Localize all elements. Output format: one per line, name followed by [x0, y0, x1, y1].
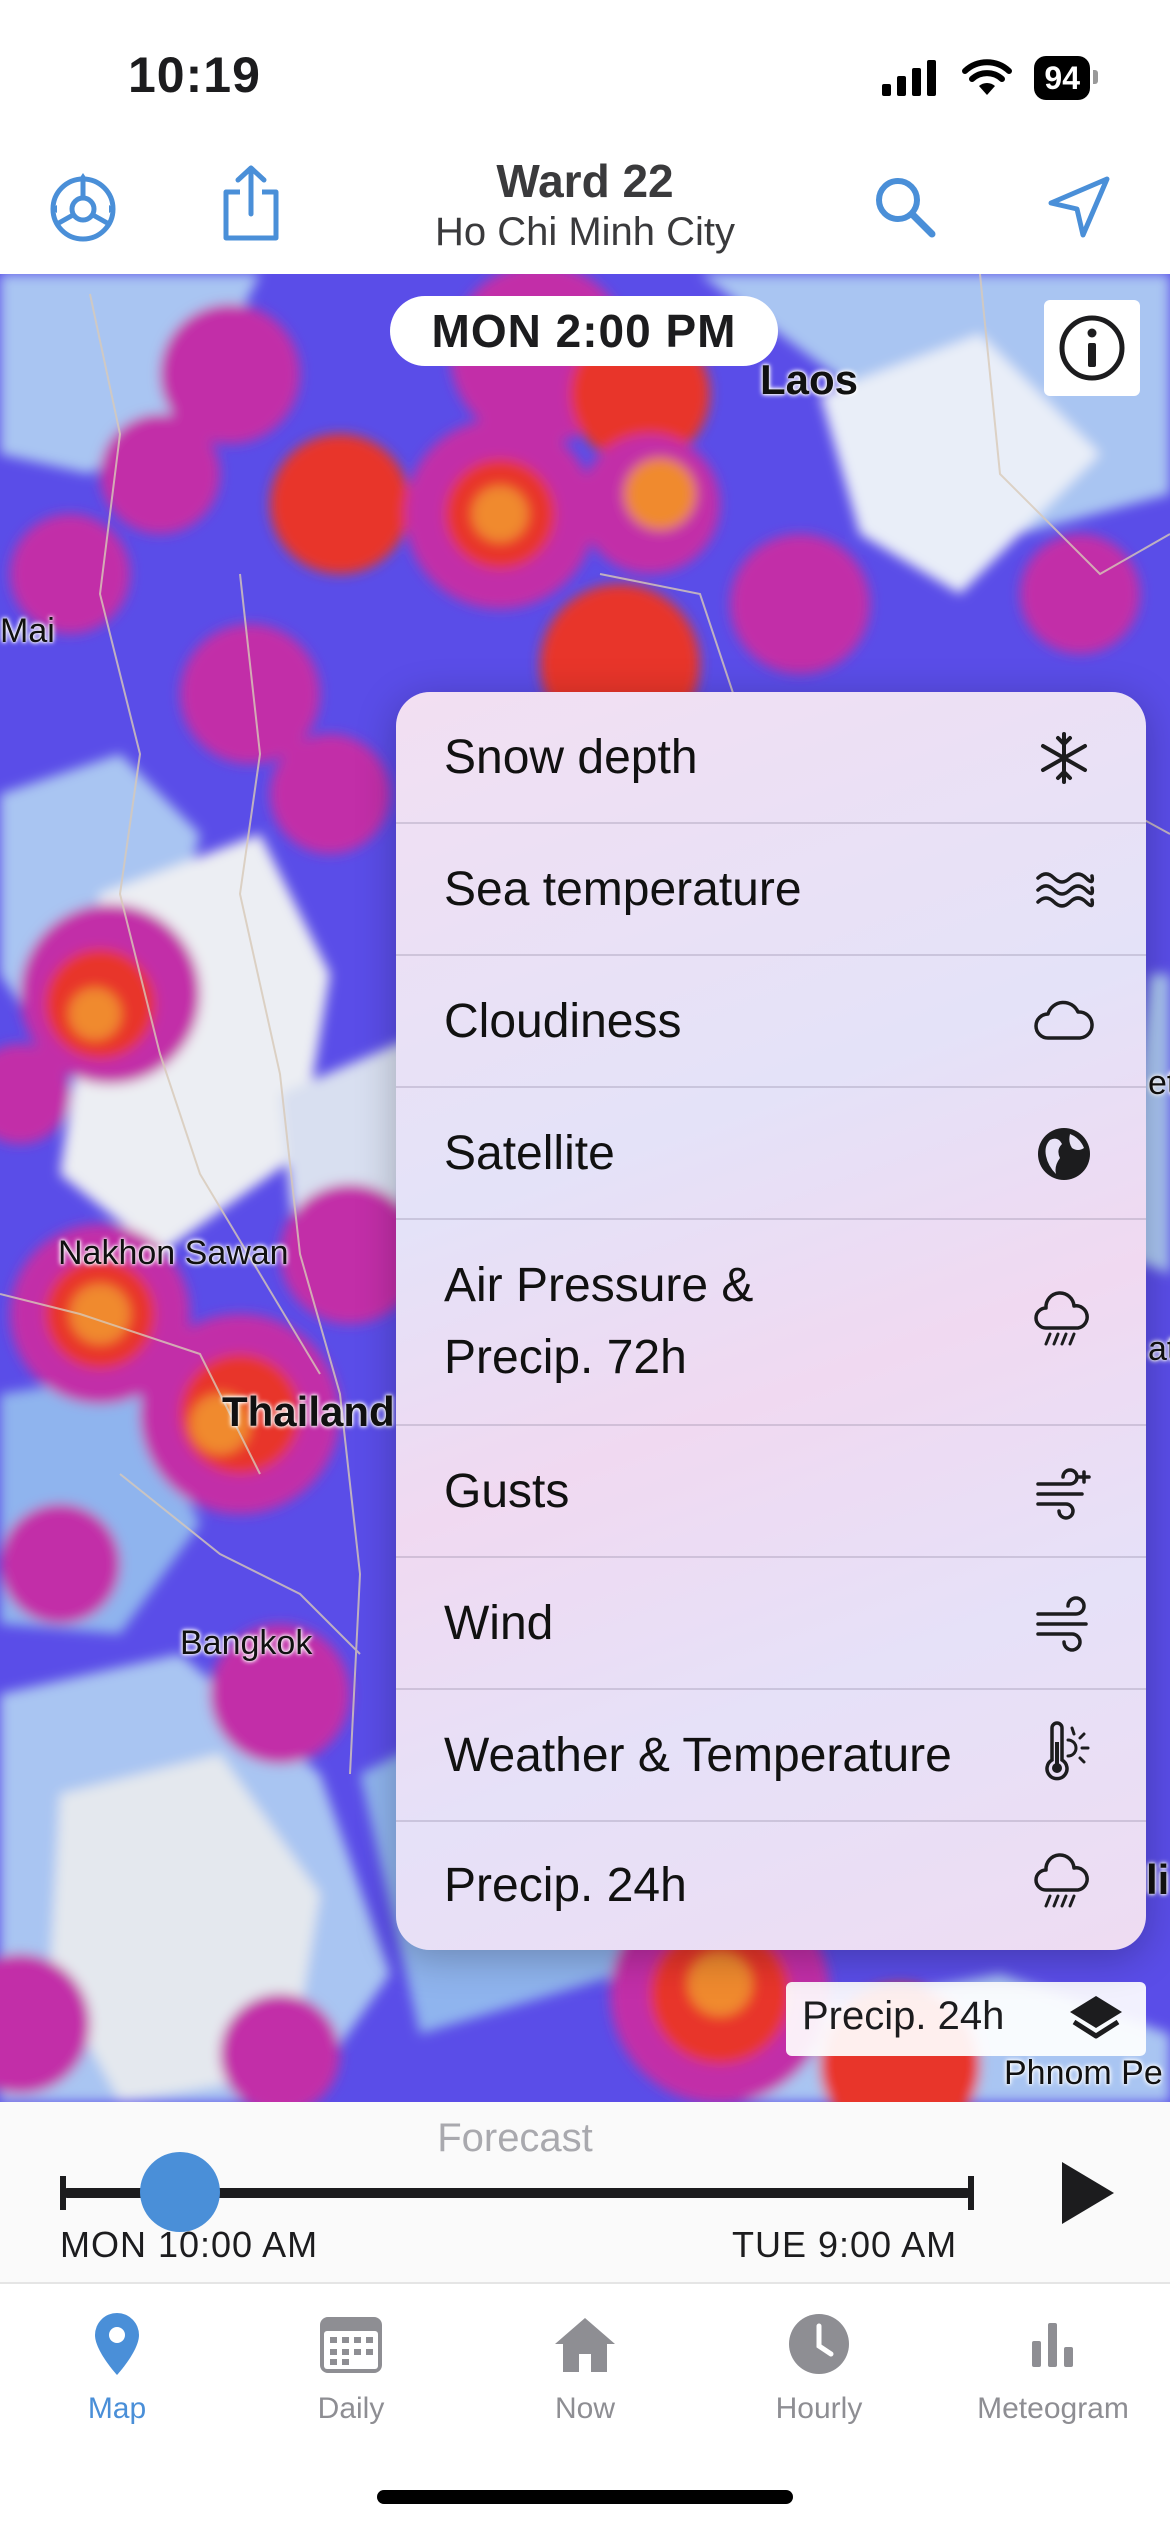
info-icon: [1059, 315, 1125, 381]
locate-button[interactable]: [1034, 162, 1124, 252]
snowflake-icon: [1041, 732, 1087, 784]
menu-item-air-pressure-precip-72h[interactable]: Air Pressure & Precip. 72h: [396, 1220, 1146, 1426]
location-title: Ward 22 Ho Chi Minh City: [0, 154, 1170, 255]
home-icon: [555, 2318, 615, 2372]
menu-item-label: Cloudiness: [444, 995, 682, 1048]
home-indicator: [377, 2490, 793, 2504]
tab-label: Meteogram: [977, 2392, 1129, 2425]
timeline-end-tick: [968, 2176, 974, 2210]
tab-label: Now: [554, 2392, 615, 2425]
map-pin-icon: [95, 2313, 139, 2375]
layers-icon: [1070, 1996, 1122, 2039]
status-time: 10:19: [128, 47, 261, 103]
info-button[interactable]: [1044, 300, 1140, 396]
gust-wind-icon: [1036, 1468, 1091, 1520]
map-label-thailand: Thailand: [222, 1388, 395, 1435]
menu-item-label: Snow depth: [444, 731, 698, 784]
rain-cloud-icon: [1034, 1291, 1089, 1346]
menu-item-snow-depth[interactable]: Snow depth: [396, 692, 1146, 824]
menu-item-wind[interactable]: Wind: [396, 1558, 1146, 1690]
map-label-nakhon-sawan: Nakhon Sawan: [58, 1234, 289, 1272]
location-name: Ward 22: [496, 155, 674, 207]
location-arrow-icon: [1048, 176, 1110, 238]
map-label-edge-at: at: [1148, 1330, 1170, 1368]
layer-select-button[interactable]: Precip. 24h: [786, 1982, 1146, 2056]
status-bar: 10:19 94: [0, 0, 1170, 140]
globe-icon: [1038, 1128, 1090, 1180]
location-city: Ho Chi Minh City: [434, 210, 736, 254]
map-label-edge-et: et: [1148, 1064, 1170, 1102]
map-label-laos: Laos: [760, 356, 859, 403]
tab-meteogram[interactable]: Meteogram: [936, 2304, 1170, 2426]
menu-item-weather-temperature[interactable]: Weather & Temperature: [396, 1690, 1146, 1822]
forecast-label: Forecast: [437, 2116, 593, 2160]
play-icon: [1062, 2162, 1114, 2224]
tab-hourly[interactable]: Hourly: [702, 2304, 936, 2426]
menu-item-satellite[interactable]: Satellite: [396, 1088, 1146, 1220]
tab-daily[interactable]: Daily: [234, 2304, 468, 2426]
calendar-icon: [320, 2317, 382, 2373]
tab-label: Daily: [317, 2392, 385, 2425]
menu-item-label: Sea temperature: [444, 863, 802, 916]
timeline-end-label: TUE 9:00 AM: [732, 2224, 958, 2265]
play-button[interactable]: [1058, 2158, 1118, 2233]
menu-item-gusts[interactable]: Gusts: [396, 1426, 1146, 1558]
bar-chart-icon: [1032, 2323, 1073, 2367]
search-icon: [876, 178, 936, 238]
map-time-label: MON 2:00 PM: [390, 296, 778, 366]
map-label-bangkok: Bangkok: [180, 1624, 313, 1662]
layer-menu: Snow depth Sea temperature Cloudiness Sa…: [396, 692, 1146, 1950]
waves-icon: [1036, 872, 1095, 908]
layer-select-label: Precip. 24h: [802, 1994, 1005, 2038]
thermometer-sun-icon: [1045, 1721, 1090, 1781]
status-icons: 94: [882, 54, 1098, 102]
clock-icon: [789, 2314, 849, 2374]
menu-item-label: Gusts: [444, 1465, 570, 1518]
tab-now[interactable]: Now: [468, 2304, 702, 2426]
menu-item-label: Air Pressure & Precip. 72h: [444, 1259, 754, 1384]
menu-item-precip-24h[interactable]: Precip. 24h: [396, 1822, 1146, 1950]
menu-item-cloudiness[interactable]: Cloudiness: [396, 956, 1146, 1088]
cloud-icon: [1034, 1000, 1094, 1040]
wifi-icon: [962, 59, 1013, 95]
map-label-mai: Mai: [0, 612, 55, 650]
map-label-phnom-penh: Phnom Pe: [1004, 2054, 1163, 2092]
timeline-slider-handle[interactable]: [140, 2152, 221, 2232]
menu-item-sea-temperature[interactable]: Sea temperature: [396, 824, 1146, 956]
menu-item-label: Satellite: [444, 1127, 615, 1180]
forecast-timeline: Forecast MON 10:00 AM TUE 9:00 AM: [0, 2102, 1170, 2282]
map-label-edge-li: li: [1146, 1856, 1170, 1903]
battery-indicator: 94: [1034, 56, 1098, 100]
rain-cloud-icon: [1034, 1853, 1089, 1908]
menu-item-label: Precip. 24h: [444, 1859, 687, 1912]
tab-map[interactable]: Map: [0, 2304, 234, 2426]
tab-label: Hourly: [775, 2392, 863, 2425]
wind-icon: [1036, 1596, 1088, 1652]
signal-icon: [882, 60, 937, 96]
search-button[interactable]: [860, 162, 950, 252]
tab-label: Map: [87, 2392, 147, 2425]
timeline-start-label: MON 10:00 AM: [60, 2224, 319, 2265]
app-header: Ward 22 Ho Chi Minh City: [0, 140, 1170, 274]
menu-item-label: Weather & Temperature: [444, 1729, 952, 1782]
menu-item-label: Wind: [444, 1597, 554, 1650]
